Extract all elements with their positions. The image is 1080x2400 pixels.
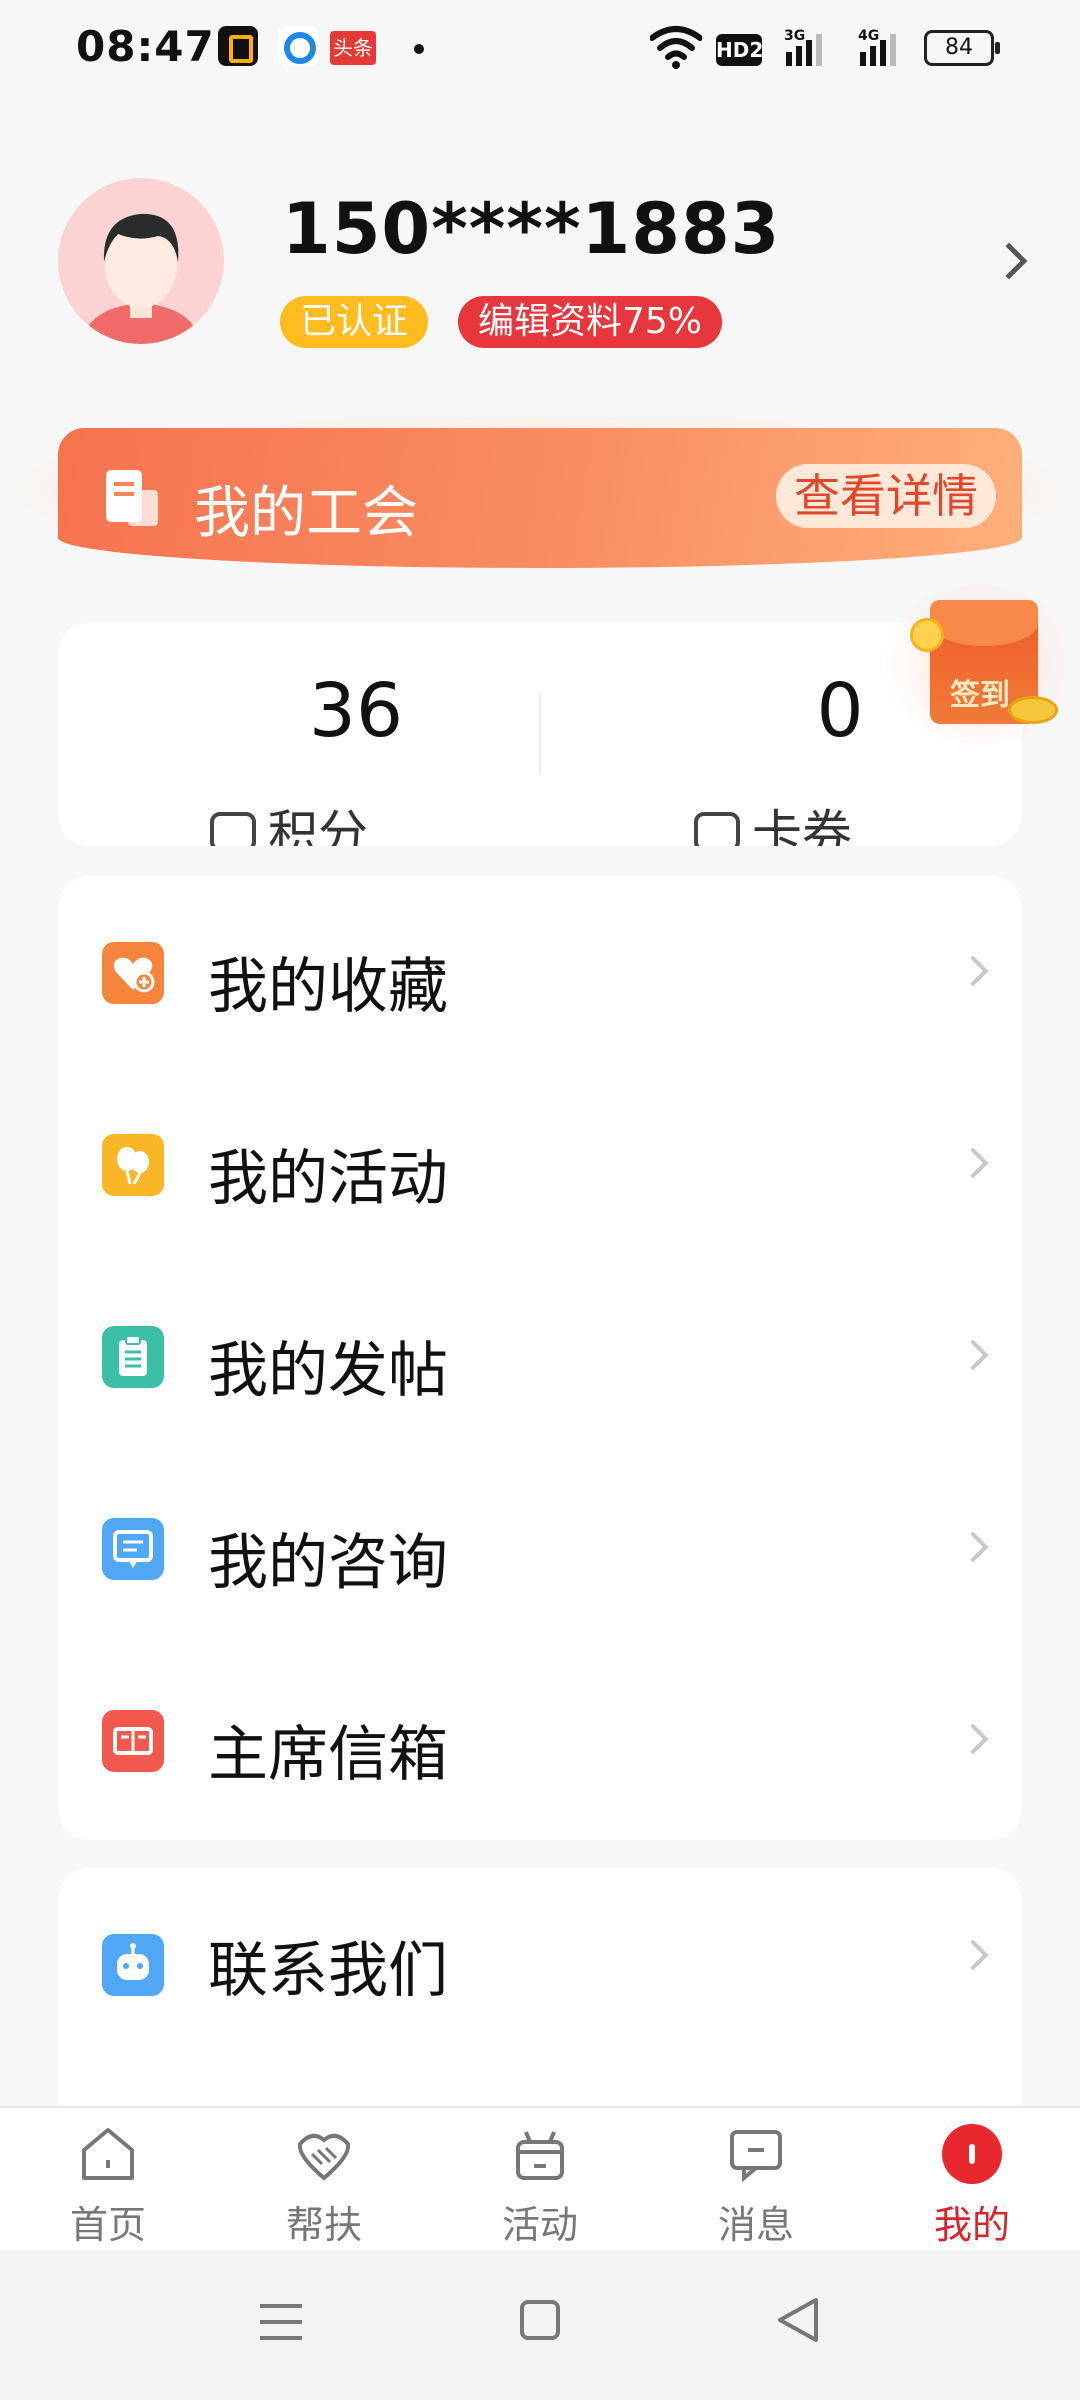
edit-profile-badge[interactable]: 编辑资料75%: [458, 296, 723, 348]
signal-4g-label: 4G: [858, 28, 879, 44]
heart-favorite-icon: [102, 942, 164, 1004]
points-value[interactable]: 36: [206, 668, 506, 754]
menu-label: 我的发帖: [208, 1336, 448, 1406]
avatar-person-icon: [85, 213, 197, 344]
message-icon: [730, 2130, 782, 2183]
gift-icon: [516, 2131, 564, 2180]
contact-card: 联系我们: [58, 1868, 1022, 2108]
signal-4g-icon: 4G: [858, 28, 896, 66]
notification-dot-icon: [414, 44, 424, 54]
tab-label: 帮扶: [285, 2203, 362, 2247]
menu-item-contact-us[interactable]: 联系我们: [58, 1868, 1022, 2060]
back-icon[interactable]: [776, 2296, 820, 2344]
chevron-right-icon: [957, 1939, 989, 1971]
robot-icon: [102, 1934, 164, 1996]
profile-chevron-icon[interactable]: [990, 242, 1028, 280]
wifi-icon: [650, 26, 702, 69]
bottom-tab-bar: 首页 帮扶 活动 消息 我的: [0, 2106, 1080, 2252]
chevron-right-icon: [957, 955, 989, 987]
points-bag-icon: [210, 811, 256, 846]
tab-profile[interactable]: 我的: [864, 2108, 1080, 2252]
app-icon-2: [278, 26, 318, 66]
battery-indicator: 84: [924, 30, 1000, 66]
menu-item-mailbox[interactable]: 主席信箱: [58, 1644, 1022, 1836]
mailbox-icon: [102, 1710, 164, 1772]
user-phone: 150****1883: [282, 188, 781, 270]
home-icon: [82, 2128, 134, 2180]
tab-label: 首页: [69, 2203, 146, 2247]
handshake-icon: [297, 2133, 351, 2181]
coin-icon: [910, 618, 944, 652]
menu-label: 我的活动: [208, 1144, 448, 1214]
hd-voice-icon: HD2: [716, 34, 763, 66]
system-nav-bar: [0, 2250, 1080, 2400]
menu-item-posts[interactable]: 我的发帖: [58, 1260, 1022, 1452]
tab-label: 活动: [501, 2203, 578, 2247]
coupons-entry[interactable]: 卡券: [694, 794, 852, 846]
avatar[interactable]: [58, 178, 224, 344]
tab-label: 消息: [717, 2203, 794, 2247]
union-title: 我的工会: [194, 481, 418, 546]
status-time: 08:47: [76, 22, 215, 71]
menu-label: 我的咨询: [208, 1528, 448, 1598]
tab-assistance[interactable]: 帮扶: [216, 2108, 432, 2252]
status-bar: 08:47 头条 HD2 3G 4G 84: [0, 0, 1080, 100]
chevron-right-icon: [957, 1147, 989, 1179]
points-entry[interactable]: 积分: [210, 794, 368, 846]
app-icon-1: [218, 26, 258, 66]
chevron-right-icon: [957, 1339, 989, 1371]
menu-label: 主席信箱: [208, 1720, 448, 1790]
menu-card: 我的收藏 我的活动 我的发帖 我的咨询 主席信箱: [58, 876, 1022, 1840]
menu-item-favorites[interactable]: 我的收藏: [58, 876, 1022, 1068]
signal-3g-label: 3G: [784, 28, 805, 44]
menu-label: 我的收藏: [208, 952, 448, 1022]
menu-item-activities[interactable]: 我的活动: [58, 1068, 1022, 1260]
stats-divider: [539, 692, 541, 774]
chevron-right-icon: [957, 1723, 989, 1755]
signal-3g-icon: 3G: [784, 28, 822, 66]
coins-stack-icon: [1008, 696, 1058, 724]
sign-in-label: 签到: [950, 678, 1010, 713]
tab-activities[interactable]: 活动: [432, 2108, 648, 2252]
menu-label: 联系我们: [208, 1936, 448, 2006]
view-details-button[interactable]: 查看详情: [776, 464, 996, 528]
ticket-icon: [694, 811, 740, 846]
verified-badge: 已认证: [280, 296, 429, 348]
coupons-label: 卡券: [752, 805, 852, 846]
home-square-icon[interactable]: [520, 2300, 560, 2340]
menu-item-consultation[interactable]: 我的咨询: [58, 1452, 1022, 1644]
stats-card: 36 0 积分 卡券: [58, 622, 1022, 846]
union-banner[interactable]: 我的工会 查看详情: [58, 428, 1022, 568]
menu-icon[interactable]: [258, 2300, 304, 2344]
points-label: 积分: [268, 805, 368, 846]
chevron-right-icon: [957, 1531, 989, 1563]
profile-icon: [942, 2124, 1002, 2184]
chat-bubble-icon: [102, 1518, 164, 1580]
tab-home[interactable]: 首页: [0, 2108, 216, 2252]
sign-in-button[interactable]: 签到: [880, 584, 1080, 744]
balloon-icon: [102, 1134, 164, 1196]
clipboard-icon: [102, 1326, 164, 1388]
toutiao-icon: 头条: [330, 31, 376, 65]
tab-messages[interactable]: 消息: [648, 2108, 864, 2252]
tab-label: 我的: [933, 2203, 1010, 2247]
document-icon: [106, 470, 158, 526]
